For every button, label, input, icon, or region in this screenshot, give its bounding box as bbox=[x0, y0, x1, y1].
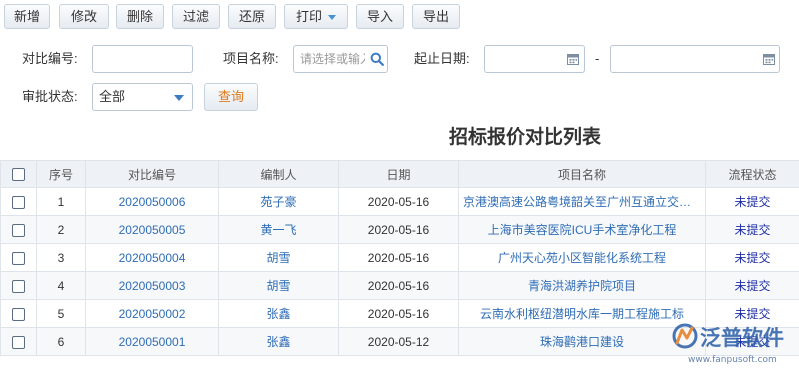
column-header[interactable]: 序号 bbox=[36, 160, 86, 188]
status-cell: 未提交 bbox=[705, 243, 799, 272]
project-name-cell: 青海洪湖养护院项目 bbox=[458, 271, 706, 300]
page-title: 招标报价对比列表 bbox=[448, 126, 601, 148]
print-label: 打印 bbox=[295, 9, 322, 24]
end-date-input[interactable] bbox=[610, 45, 780, 73]
approval-status-value: 全部 bbox=[99, 89, 126, 104]
search-icon[interactable] bbox=[370, 52, 384, 66]
column-header[interactable]: 流程状态 bbox=[705, 160, 799, 188]
row-checkbox[interactable] bbox=[12, 195, 25, 209]
author-cell: 胡雪 bbox=[218, 271, 339, 300]
table-header: 序号 对比编号 编制人 日期 项目名称 流程状态 bbox=[0, 160, 799, 188]
export-button[interactable]: 导出 bbox=[412, 4, 460, 29]
delete-button[interactable]: 删除 bbox=[116, 4, 164, 29]
row-checkbox-cell[interactable] bbox=[0, 215, 37, 244]
row-checkbox-cell[interactable] bbox=[0, 243, 37, 272]
chevron-down-icon bbox=[328, 15, 336, 21]
author-cell: 张鑫 bbox=[218, 299, 339, 328]
author-cell: 黄一飞 bbox=[218, 215, 339, 244]
table-row[interactable]: 4 2020050003 胡雪 2020-05-16 青海洪湖养护院项目 未提交 bbox=[0, 271, 799, 300]
row-number: 6 bbox=[36, 327, 86, 356]
author-cell: 胡雪 bbox=[218, 243, 339, 272]
date-cell: 2020-05-16 bbox=[338, 187, 459, 216]
compare-no-link[interactable]: 2020050003 bbox=[85, 271, 219, 300]
date-separator: - bbox=[595, 51, 600, 66]
row-checkbox-cell[interactable] bbox=[0, 327, 37, 356]
row-checkbox-cell[interactable] bbox=[0, 187, 37, 216]
edit-button[interactable]: 修改 bbox=[59, 4, 109, 29]
row-checkbox[interactable] bbox=[12, 335, 25, 349]
date-cell: 2020-05-16 bbox=[338, 271, 459, 300]
fanpu-logo: 泛普软件 www.fanpusoft.com bbox=[672, 323, 784, 365]
column-header[interactable]: 项目名称 bbox=[458, 160, 706, 188]
compare-no-link[interactable]: 2020050002 bbox=[85, 299, 219, 328]
table-row[interactable]: 2 2020050005 黄一飞 2020-05-16 上海市美容医院ICU手术… bbox=[0, 215, 799, 244]
column-header[interactable]: 对比编号 bbox=[85, 160, 219, 188]
compare-no-link[interactable]: 2020050001 bbox=[85, 327, 219, 356]
project-name-cell: 京港澳高速公路粤境韶关至广州互通立交工程 bbox=[458, 187, 706, 216]
status-cell: 未提交 bbox=[705, 215, 799, 244]
row-checkbox[interactable] bbox=[12, 307, 25, 321]
query-button[interactable]: 查询 bbox=[204, 83, 258, 111]
row-checkbox-cell[interactable] bbox=[0, 299, 37, 328]
calendar-icon[interactable] bbox=[567, 53, 579, 65]
select-all-checkbox[interactable] bbox=[12, 168, 25, 182]
compare-no-link[interactable]: 2020050006 bbox=[85, 187, 219, 216]
select-all-checkbox-cell[interactable] bbox=[0, 160, 37, 188]
author-cell: 苑子豪 bbox=[218, 187, 339, 216]
compare-no-link[interactable]: 2020050004 bbox=[85, 243, 219, 272]
date-cell: 2020-05-16 bbox=[338, 215, 459, 244]
compare-no-input[interactable] bbox=[92, 45, 193, 73]
date-cell: 2020-05-16 bbox=[338, 243, 459, 272]
add-button[interactable]: 新增 bbox=[4, 4, 50, 29]
restore-button[interactable]: 还原 bbox=[228, 4, 276, 29]
column-header[interactable]: 编制人 bbox=[218, 160, 339, 188]
table-row[interactable]: 1 2020050006 苑子豪 2020-05-16 京港澳高速公路粤境韶关至… bbox=[0, 187, 799, 216]
author-cell: 张鑫 bbox=[218, 327, 339, 356]
row-number: 3 bbox=[36, 243, 86, 272]
date-cell: 2020-05-12 bbox=[338, 327, 459, 356]
column-header[interactable]: 日期 bbox=[338, 160, 459, 188]
calendar-icon[interactable] bbox=[763, 53, 775, 65]
row-number: 2 bbox=[36, 215, 86, 244]
row-checkbox[interactable] bbox=[12, 251, 25, 265]
import-button[interactable]: 导入 bbox=[356, 4, 404, 29]
row-checkbox[interactable] bbox=[12, 223, 25, 237]
project-name-cell: 上海市美容医院ICU手术室净化工程 bbox=[458, 215, 706, 244]
row-checkbox[interactable] bbox=[12, 279, 25, 293]
project-name-label: 项目名称: bbox=[223, 51, 279, 66]
print-button[interactable]: 打印 bbox=[284, 4, 348, 29]
status-cell: 未提交 bbox=[705, 187, 799, 216]
table-row[interactable]: 3 2020050004 胡雪 2020-05-16 广州天心苑小区智能化系统工… bbox=[0, 243, 799, 272]
chevron-down-icon bbox=[174, 95, 184, 101]
row-number: 1 bbox=[36, 187, 86, 216]
compare-no-link[interactable]: 2020050005 bbox=[85, 215, 219, 244]
date-cell: 2020-05-16 bbox=[338, 299, 459, 328]
project-name-cell: 广州天心苑小区智能化系统工程 bbox=[458, 243, 706, 272]
row-number: 4 bbox=[36, 271, 86, 300]
row-checkbox-cell[interactable] bbox=[0, 271, 37, 300]
approval-status-select[interactable]: 全部 bbox=[92, 83, 193, 111]
toolbar: 新增 修改 删除 过滤 还原 打印 导入 导出 bbox=[0, 0, 799, 34]
date-range-label: 起止日期: bbox=[414, 51, 470, 66]
status-cell: 未提交 bbox=[705, 271, 799, 300]
logo-url: www.fanpusoft.com bbox=[688, 355, 777, 365]
row-number: 5 bbox=[36, 299, 86, 328]
approval-status-label: 审批状态: bbox=[22, 89, 78, 104]
compare-no-label: 对比编号: bbox=[22, 51, 78, 66]
logo-name: 泛普软件 bbox=[700, 326, 784, 350]
filter-button[interactable]: 过滤 bbox=[172, 4, 220, 29]
